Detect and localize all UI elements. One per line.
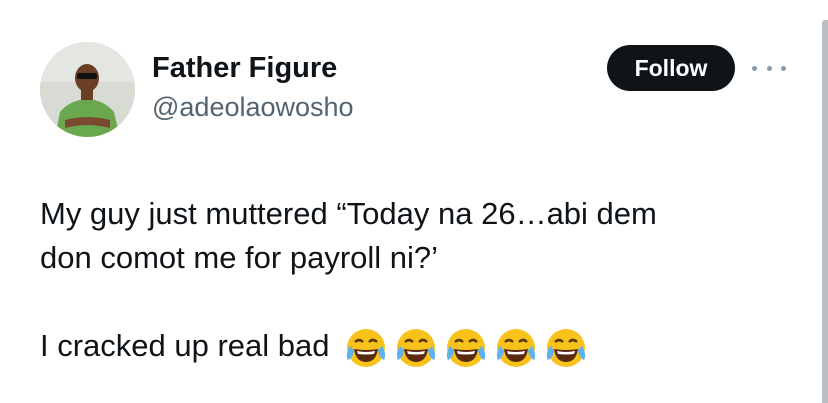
tweet-line-3-container: I cracked up real bad	[40, 324, 800, 372]
tweet-line-1: My guy just muttered “Today na 26…abi de…	[40, 196, 657, 231]
face-with-tears-of-joy-icon	[497, 329, 536, 367]
tweet-text: My guy just muttered “Today na 26…abi de…	[40, 192, 800, 372]
avatar-image	[40, 42, 135, 137]
tweet-line-2: don comot me for payroll ni?’	[40, 240, 439, 275]
dot	[781, 65, 786, 71]
face-with-tears-of-joy-icon	[397, 329, 436, 367]
author-display-name[interactable]: Father Figure	[152, 50, 337, 86]
face-with-tears-of-joy-icon	[347, 329, 386, 367]
avatar[interactable]	[40, 42, 135, 137]
tweet-line-3: I cracked up real bad	[40, 328, 330, 364]
face-with-tears-of-joy-icon	[547, 329, 586, 367]
author-handle[interactable]: @adeolaowosho	[152, 90, 354, 124]
follow-button[interactable]: Follow	[607, 45, 735, 91]
scrollbar[interactable]	[822, 20, 828, 403]
dot	[766, 65, 772, 71]
more-horizontal-icon[interactable]	[752, 56, 786, 80]
tweet-card: Father Figure @adeolaowosho Follow My gu…	[0, 0, 828, 403]
face-with-tears-of-joy-icon	[447, 329, 486, 367]
dot	[752, 65, 757, 71]
emoji-row	[342, 324, 590, 372]
